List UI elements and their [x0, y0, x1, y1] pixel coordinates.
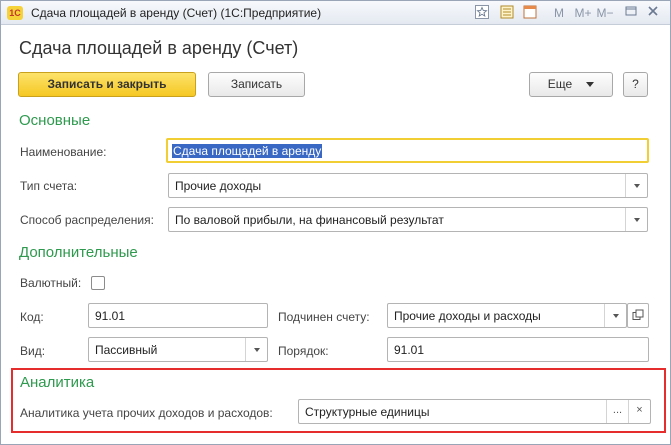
report-icon[interactable] [500, 5, 516, 21]
account-type-select[interactable]: Прочие доходы [168, 173, 648, 198]
order-input[interactable]: 91.01 [387, 337, 649, 362]
restore-icon[interactable] [625, 5, 639, 21]
currency-label: Валютный: [20, 276, 82, 290]
code-input[interactable]: 91.01 [88, 303, 268, 328]
code-value: 91.01 [95, 309, 126, 323]
chevron-down-icon[interactable] [625, 208, 647, 231]
chevron-down-icon [586, 82, 595, 88]
section-additional-title: Дополнительные [19, 244, 138, 261]
more-label: Еще [547, 77, 573, 91]
chevron-down-icon[interactable] [604, 304, 626, 327]
account-type-label: Тип счета: [20, 179, 78, 193]
memory-mplus-icon[interactable]: M+ [574, 5, 592, 21]
save-button[interactable]: Записать [208, 72, 305, 97]
close-icon[interactable] [647, 5, 661, 21]
analytics-input[interactable]: Структурные единицы ... × [298, 399, 651, 424]
kind-value: Пассивный [95, 343, 158, 357]
memory-m-icon[interactable]: M [552, 5, 566, 21]
analytics-label: Аналитика учета прочих доходов и расходо… [20, 406, 273, 420]
distribution-select[interactable]: По валовой прибыли, на финансовый резуль… [168, 207, 648, 232]
name-input[interactable]: Сдача площадей в аренду [166, 138, 649, 163]
window-title: Сдача площадей в аренду (Счет) (1С:Предп… [31, 6, 322, 20]
memory-mminus-icon[interactable]: M− [596, 5, 614, 21]
section-analytics-title: Аналитика [20, 374, 95, 391]
open-form-icon [632, 309, 644, 320]
more-menu-button[interactable]: Еще [529, 72, 613, 97]
open-parent-account-button[interactable] [627, 303, 649, 328]
calendar-icon[interactable] [523, 5, 539, 21]
parent-account-label: Подчинен счету: [278, 310, 370, 324]
order-value: 91.01 [394, 343, 425, 357]
analytics-value: Структурные единицы [305, 405, 430, 419]
chevron-down-icon[interactable] [245, 338, 267, 361]
save-and-close-button[interactable]: Записать и закрыть [18, 72, 196, 97]
name-value: Сдача площадей в аренду [172, 144, 323, 158]
distribution-value: По валовой прибыли, на финансовый резуль… [175, 213, 444, 227]
app-logo-icon: 1С [7, 6, 23, 20]
kind-select[interactable]: Пассивный [88, 337, 268, 362]
chevron-down-icon[interactable] [625, 174, 647, 197]
parent-account-value: Прочие доходы и расходы [394, 309, 541, 323]
account-type-value: Прочие доходы [175, 179, 262, 193]
star-icon[interactable] [475, 5, 491, 21]
currency-checkbox[interactable] [91, 276, 105, 290]
distribution-label: Способ распределения: [20, 213, 154, 227]
section-main-title: Основные [19, 112, 91, 129]
clear-button[interactable]: × [628, 400, 650, 423]
title-bar: 1С Сдача площадей в аренду (Счет) (1С:Пр… [1, 1, 670, 25]
form-window: 1С Сдача площадей в аренду (Счет) (1С:Пр… [0, 0, 671, 445]
select-button[interactable]: ... [606, 400, 628, 423]
page-title: Сдача площадей в аренду (Счет) [19, 38, 299, 58]
help-button[interactable]: ? [623, 72, 648, 97]
kind-label: Вид: [20, 344, 46, 358]
order-label: Порядок: [278, 344, 329, 358]
name-label: Наименование: [20, 145, 107, 159]
code-label: Код: [20, 310, 44, 324]
parent-account-select[interactable]: Прочие доходы и расходы [387, 303, 627, 328]
